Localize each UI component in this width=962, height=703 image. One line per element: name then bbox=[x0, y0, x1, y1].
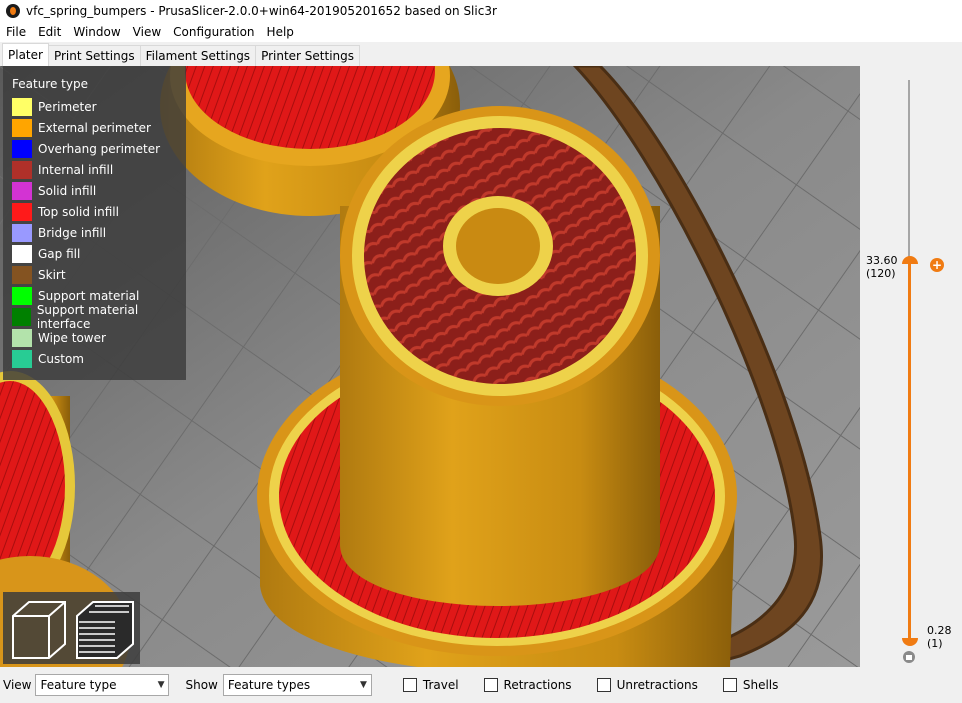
retractions-checkbox[interactable]: Retractions bbox=[483, 678, 572, 692]
legend-item: Custom bbox=[12, 348, 84, 369]
checkbox-box[interactable] bbox=[596, 678, 611, 692]
one-layer-lock-icon[interactable] bbox=[903, 651, 915, 663]
menu-configuration[interactable]: Configuration bbox=[167, 25, 260, 39]
legend-item: Wipe tower bbox=[12, 327, 106, 348]
legend-label: Skirt bbox=[38, 267, 66, 282]
solid-infill-swatch bbox=[12, 181, 32, 200]
external-perimeter-swatch bbox=[12, 118, 32, 137]
menu-bar: File Edit Window View Configuration Help bbox=[0, 22, 962, 42]
legend-label: Wipe tower bbox=[38, 330, 106, 345]
legend-label: Internal infill bbox=[38, 162, 114, 177]
prusaslicer-logo-icon bbox=[6, 4, 20, 18]
legend-label: Perimeter bbox=[38, 99, 97, 114]
tab-filament-settings[interactable]: Filament Settings bbox=[139, 45, 257, 66]
show-features-select[interactable]: Feature types ▼ bbox=[222, 674, 372, 696]
legend-label: External perimeter bbox=[38, 120, 151, 135]
bridge-infill-swatch bbox=[12, 223, 32, 242]
support-material-interface-swatch bbox=[12, 307, 31, 326]
legend-item: Overhang perimeter bbox=[12, 138, 160, 159]
legend-item: Gap fill bbox=[12, 243, 80, 264]
gap-fill-swatch bbox=[12, 244, 32, 263]
legend-item: Internal infill bbox=[12, 159, 113, 180]
tab-bar: Plater Print Settings Filament Settings … bbox=[0, 42, 962, 67]
3d-view-cube-icon[interactable] bbox=[12, 601, 66, 659]
legend-item: Bridge infill bbox=[12, 222, 106, 243]
legend-item: Solid infill bbox=[12, 180, 96, 201]
legend-label: Overhang perimeter bbox=[38, 141, 161, 156]
checkbox-box[interactable] bbox=[483, 678, 498, 692]
shells-checkbox[interactable]: Shells bbox=[722, 678, 779, 692]
travel-checkbox[interactable]: Travel bbox=[402, 678, 459, 692]
layer-slider-panel bbox=[860, 66, 962, 667]
legend-label: Solid infill bbox=[38, 183, 97, 198]
menu-help[interactable]: Help bbox=[261, 25, 300, 39]
top-solid-infill-swatch bbox=[12, 202, 32, 221]
feature-type-legend: Feature type Perimeter External perimete… bbox=[3, 66, 186, 380]
legend-item: Support material interface bbox=[12, 303, 186, 331]
legend-label: Bridge infill bbox=[38, 225, 107, 240]
checkbox-box[interactable] bbox=[402, 678, 417, 692]
menu-view[interactable]: View bbox=[127, 25, 167, 39]
view-toggle-panel bbox=[3, 592, 140, 664]
legend-item: Skirt bbox=[12, 264, 66, 285]
show-label: Show bbox=[185, 678, 218, 692]
lower-height-label: 0.28 bbox=[927, 624, 952, 637]
checkbox-box[interactable] bbox=[722, 678, 737, 692]
layer-slider-track[interactable] bbox=[908, 80, 910, 260]
preview-bottom-bar: View Feature type ▼ Show Feature types ▼… bbox=[0, 667, 962, 703]
legend-label: Top solid infill bbox=[38, 204, 119, 219]
legend-label: Custom bbox=[38, 351, 84, 366]
view-label: View bbox=[3, 678, 32, 692]
legend-title: Feature type bbox=[12, 77, 88, 91]
checkbox-label: Shells bbox=[742, 678, 779, 692]
checkbox-label: Retractions bbox=[503, 678, 572, 692]
tab-plater[interactable]: Plater bbox=[2, 43, 49, 67]
show-features-value: Feature types bbox=[227, 678, 311, 692]
window-title: vfc_spring_bumpers - PrusaSlicer-2.0.0+w… bbox=[26, 4, 497, 18]
upper-layer-label: (120) bbox=[866, 267, 896, 280]
unretractions-checkbox[interactable]: Unretractions bbox=[596, 678, 698, 692]
chevron-down-icon: ▼ bbox=[359, 680, 367, 690]
checkbox-label: Unretractions bbox=[616, 678, 698, 692]
chevron-down-icon: ▼ bbox=[157, 680, 165, 690]
legend-label: Gap fill bbox=[38, 246, 81, 261]
menu-edit[interactable]: Edit bbox=[32, 25, 67, 39]
legend-item: Top solid infill bbox=[12, 201, 119, 222]
legend-item: Perimeter bbox=[12, 96, 97, 117]
custom-swatch bbox=[12, 349, 32, 368]
skirt-swatch bbox=[12, 265, 32, 284]
legend-item: External perimeter bbox=[12, 117, 151, 138]
perimeter-swatch bbox=[12, 97, 32, 116]
support-material-swatch bbox=[12, 286, 32, 305]
wipe-tower-swatch bbox=[12, 328, 32, 347]
title-bar: vfc_spring_bumpers - PrusaSlicer-2.0.0+w… bbox=[0, 0, 962, 22]
lower-layer-label: (1) bbox=[927, 637, 943, 650]
menu-window[interactable]: Window bbox=[67, 25, 126, 39]
legend-label: Support material bbox=[38, 288, 140, 303]
menu-file[interactable]: File bbox=[0, 25, 32, 39]
layer-slider-range[interactable] bbox=[908, 262, 911, 642]
add-color-change-icon[interactable]: + bbox=[930, 258, 944, 272]
checkbox-label: Travel bbox=[422, 678, 459, 692]
view-type-value: Feature type bbox=[40, 678, 117, 692]
internal-infill-swatch bbox=[12, 160, 32, 179]
preview-layers-icon[interactable] bbox=[76, 601, 134, 659]
overhang-perimeter-swatch bbox=[12, 139, 32, 158]
tab-print-settings[interactable]: Print Settings bbox=[47, 45, 141, 66]
upper-height-label: 33.60 bbox=[866, 254, 898, 267]
view-type-select[interactable]: Feature type ▼ bbox=[35, 674, 170, 696]
tab-printer-settings[interactable]: Printer Settings bbox=[255, 45, 361, 66]
